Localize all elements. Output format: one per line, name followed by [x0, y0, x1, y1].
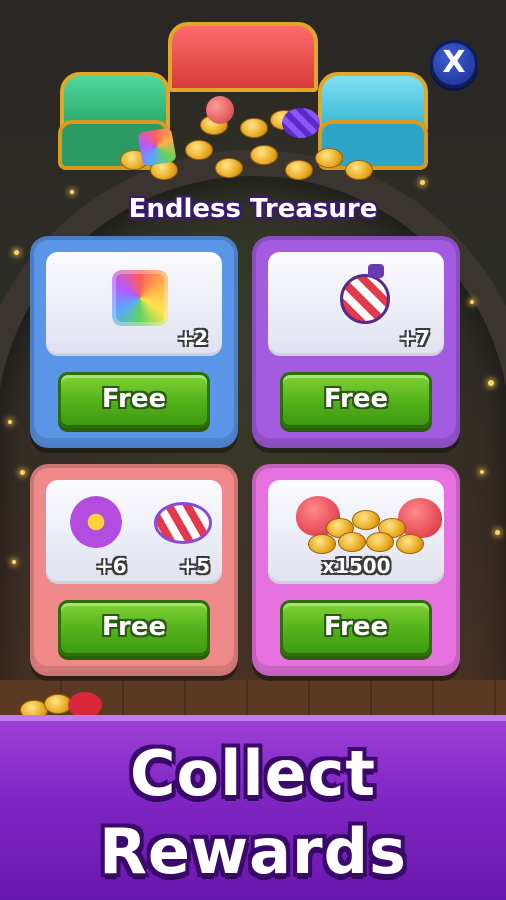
sparkle	[488, 380, 494, 386]
reward-card-rainbow-cube: +2 Free	[30, 236, 238, 448]
coin-icon	[345, 160, 373, 180]
reward-preview: x1500	[268, 480, 444, 584]
rainbow-cube-icon	[137, 127, 177, 167]
free-button[interactable]: Free	[58, 372, 210, 428]
sparkle	[8, 420, 12, 424]
coin-icon	[215, 158, 243, 178]
coin-icon	[308, 534, 336, 554]
sparkle	[495, 530, 500, 535]
promo-banner: Collect Rewards	[0, 715, 506, 900]
coin-icon	[240, 118, 268, 138]
reward-amount: +5	[179, 554, 210, 578]
sparkle	[14, 250, 19, 255]
rainbow-cube-icon	[112, 270, 168, 326]
sparkle	[20, 470, 25, 475]
coin-icon	[352, 510, 380, 530]
banner-line-2: Rewards	[99, 815, 407, 888]
reward-amount: x1500	[322, 554, 391, 578]
reward-card-flower-candy: +6 +5 Free	[30, 464, 238, 676]
page-title: Endless Treasure	[128, 194, 378, 224]
coin-icon	[250, 145, 278, 165]
coin-icon	[338, 532, 366, 552]
reward-preview: +6 +5	[46, 480, 222, 584]
coin-icon	[285, 160, 313, 180]
close-button[interactable]: X	[430, 40, 478, 88]
sparkle	[12, 560, 16, 564]
striped-candy-icon	[282, 108, 320, 138]
banner-line-1: Collect	[129, 737, 377, 810]
reward-amount: +7	[399, 326, 430, 350]
free-button[interactable]: Free	[58, 600, 210, 656]
coin-icon	[315, 148, 343, 168]
sparkle	[470, 300, 474, 304]
reward-preview: +7	[268, 252, 444, 356]
free-button[interactable]: Free	[280, 600, 432, 656]
coin-icon	[185, 140, 213, 160]
sparkle	[420, 180, 425, 185]
reward-amount: +6	[96, 554, 127, 578]
red-chest-icon	[168, 22, 318, 92]
sparkle	[480, 470, 484, 474]
coin-icon	[396, 534, 424, 554]
red-orb-icon	[206, 96, 234, 124]
reward-card-hearts-coins: x1500 Free	[252, 464, 460, 676]
bomb-icon	[340, 274, 390, 324]
reward-preview: +2	[46, 252, 222, 356]
striped-candy-icon	[154, 502, 212, 544]
coin-icon	[366, 532, 394, 552]
bomb-fuse	[368, 264, 384, 278]
flower-icon	[70, 496, 122, 548]
reward-amount: +2	[177, 326, 208, 350]
reward-card-bomb: +7 Free	[252, 236, 460, 448]
free-button[interactable]: Free	[280, 372, 432, 428]
